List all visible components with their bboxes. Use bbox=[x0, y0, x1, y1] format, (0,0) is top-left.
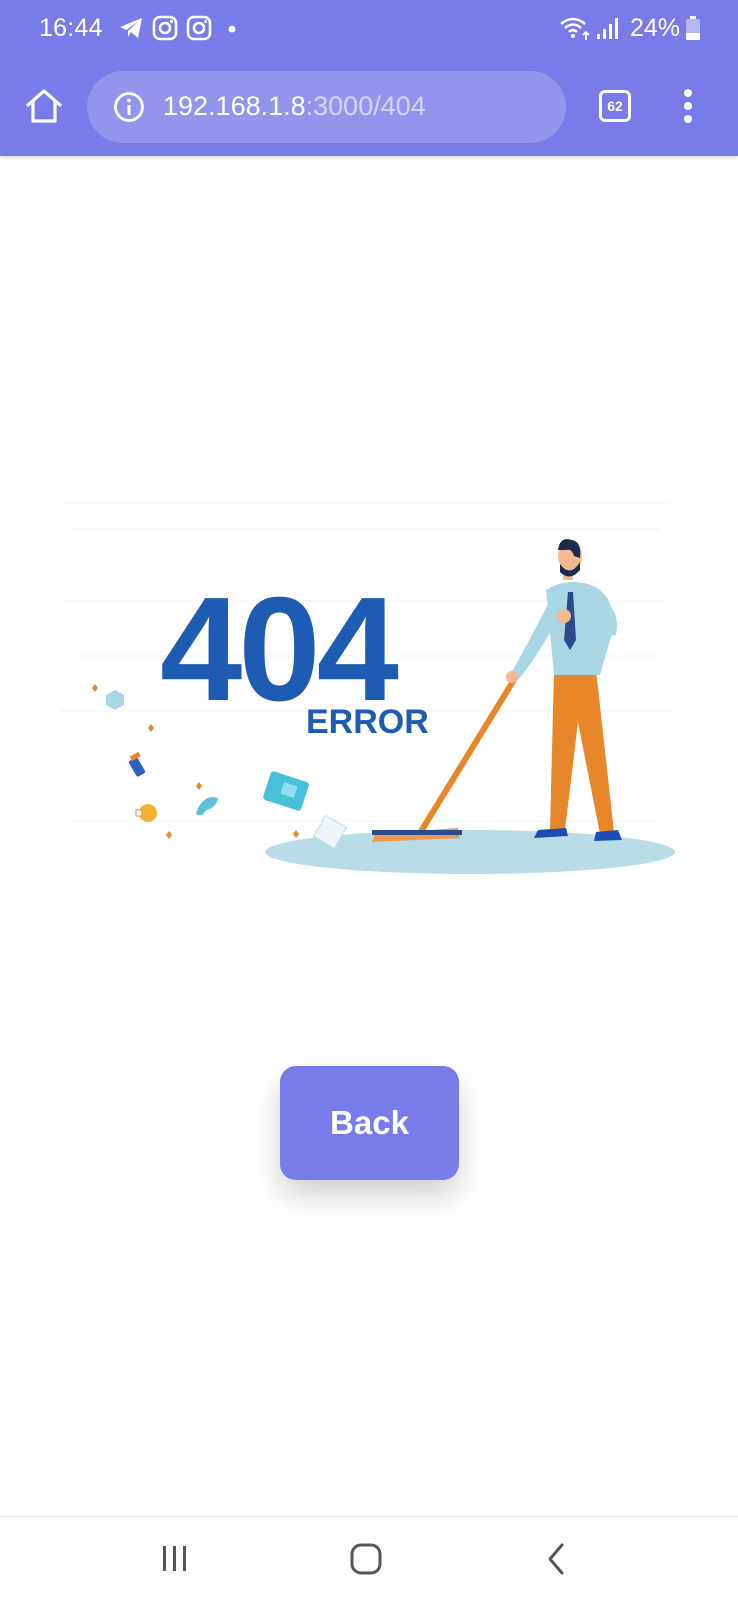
back-button[interactable]: Back bbox=[280, 1066, 459, 1180]
browser-toolbar: 192.168.1.8:3000/404 62 bbox=[0, 60, 738, 156]
info-icon[interactable] bbox=[113, 91, 145, 123]
home-button[interactable] bbox=[22, 84, 66, 128]
error-label: ERROR bbox=[306, 703, 429, 741]
battery-icon bbox=[686, 16, 700, 40]
dot-icon bbox=[228, 25, 236, 33]
back-icon[interactable] bbox=[536, 1537, 580, 1581]
signal-icon bbox=[597, 18, 618, 39]
more-menu-icon[interactable] bbox=[670, 86, 706, 126]
url-host: 192.168.1.8 bbox=[163, 91, 306, 121]
tab-switcher-button[interactable]: 62 bbox=[599, 90, 631, 122]
man-with-mop bbox=[372, 539, 622, 842]
telegram-icon bbox=[120, 18, 142, 38]
url-path: :3000/404 bbox=[305, 91, 426, 121]
system-nav-bar bbox=[0, 1516, 738, 1601]
status-time: 16:44 bbox=[39, 14, 103, 42]
wifi-icon bbox=[560, 17, 590, 40]
url-text[interactable]: 192.168.1.8:3000/404 bbox=[163, 91, 426, 122]
recent-apps-icon[interactable] bbox=[153, 1537, 197, 1581]
url-bar[interactable]: 192.168.1.8:3000/404 bbox=[87, 71, 566, 143]
home-icon[interactable] bbox=[344, 1537, 388, 1581]
404-error-illustration: 404 ERROR bbox=[60, 502, 675, 874]
instagram-icon bbox=[186, 15, 212, 41]
battery-percent: 24% bbox=[629, 14, 680, 42]
status-bar: 16:44 24% bbox=[0, 0, 738, 60]
instagram-icon bbox=[152, 15, 178, 41]
